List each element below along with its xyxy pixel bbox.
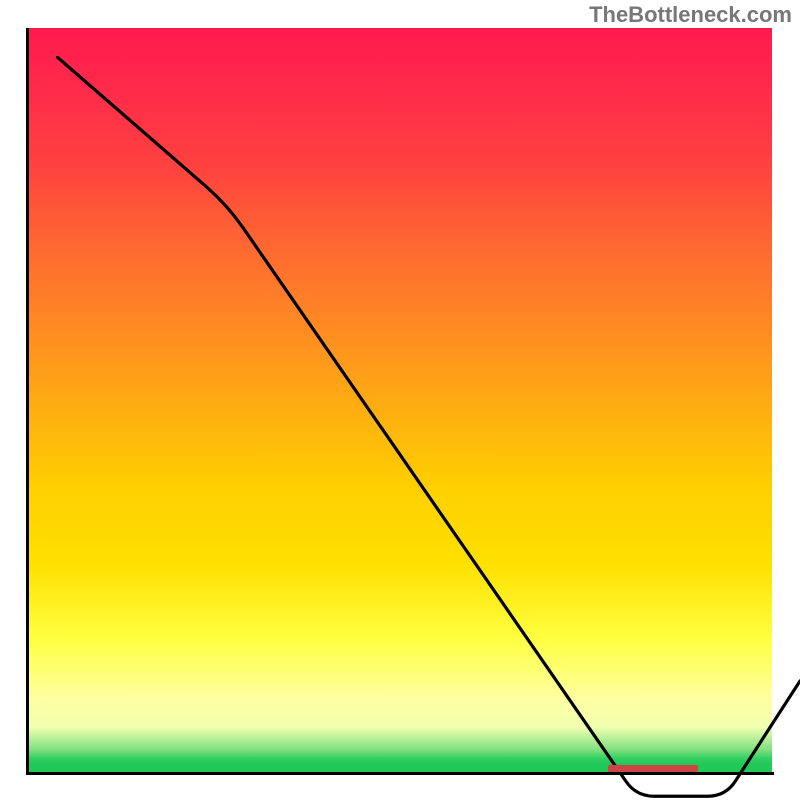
watermark-label: TheBottleneck.com	[589, 2, 792, 28]
chart-container: TheBottleneck.com	[0, 0, 800, 800]
plot-area	[28, 28, 772, 772]
y-axis-line	[26, 28, 29, 774]
bottleneck-curve-svg	[56, 56, 800, 800]
x-axis-line	[26, 772, 774, 775]
bottleneck-curve-path	[56, 56, 800, 796]
